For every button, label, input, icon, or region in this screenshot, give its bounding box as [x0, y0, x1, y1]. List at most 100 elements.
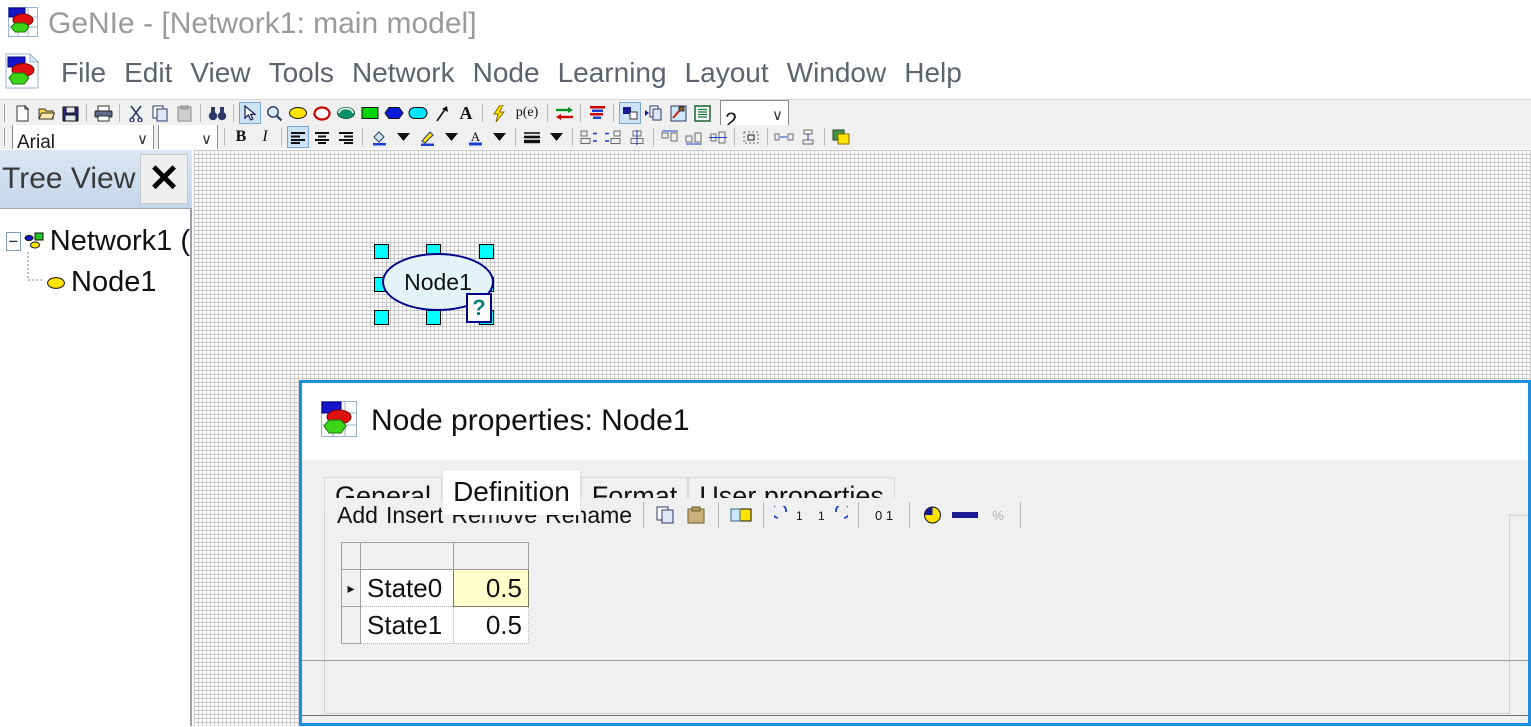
font-color-icon[interactable]: A — [464, 126, 486, 148]
percent-view-icon[interactable]: % — [986, 503, 1010, 527]
open-folder-icon[interactable] — [35, 102, 57, 124]
state-name-cell[interactable]: State1 — [360, 606, 454, 644]
list-view-icon[interactable] — [691, 102, 713, 124]
save-icon[interactable] — [59, 102, 81, 124]
probability-cell[interactable]: 0.5 — [453, 569, 529, 607]
highlight-cell-icon[interactable] — [729, 503, 753, 527]
menu-item-edit[interactable]: Edit — [115, 57, 181, 89]
transpose-columns-icon[interactable]: 1 — [814, 503, 849, 527]
mau-node-tool-icon[interactable] — [407, 102, 429, 124]
annotation-icon[interactable] — [667, 102, 689, 124]
menu-item-network[interactable]: Network — [343, 57, 464, 89]
insert-state-button[interactable]: Insert — [386, 502, 444, 529]
menu-item-learning[interactable]: Learning — [549, 57, 676, 89]
deterministic-node-tool-icon[interactable] — [311, 102, 333, 124]
decision-node-tool-icon[interactable] — [359, 102, 381, 124]
align-top-edges-icon[interactable] — [659, 126, 681, 148]
align-right-icon[interactable] — [335, 126, 357, 148]
print-icon[interactable] — [92, 102, 114, 124]
tree-expander-icon[interactable]: − — [6, 232, 21, 251]
normalize-icon[interactable]: 0 1 — [869, 503, 899, 527]
italic-button[interactable]: I — [254, 126, 276, 148]
table-column-header-value[interactable] — [453, 542, 529, 570]
fill-color-dropdown-icon[interactable] — [392, 126, 414, 148]
line-color-dropdown-icon[interactable] — [440, 126, 462, 148]
make-same-size-icon[interactable] — [740, 126, 762, 148]
menu-item-tools[interactable]: Tools — [260, 57, 343, 89]
chevron-down-icon[interactable]: ∨ — [137, 130, 148, 148]
row-selector-indicator[interactable] — [341, 606, 361, 644]
resize-handle-top-left[interactable] — [374, 244, 389, 259]
font-family-combo[interactable]: Arial ∨ — [12, 125, 154, 149]
zoom-tool-icon[interactable] — [263, 102, 285, 124]
add-state-button[interactable]: Add — [337, 502, 378, 529]
toolbar-grip[interactable] — [3, 104, 7, 122]
space-vertically-icon[interactable] — [797, 126, 819, 148]
state-name-cell[interactable]: State0 — [360, 569, 454, 607]
tree-item-node1[interactable]: Node1 — [46, 266, 156, 299]
toolbar-separator — [767, 128, 768, 146]
resize-handle-top-right[interactable] — [479, 244, 494, 259]
line-color-icon[interactable] — [416, 126, 438, 148]
bar-view-icon[interactable] — [950, 503, 980, 527]
toolbar-separator — [119, 104, 120, 122]
paste-icon[interactable] — [173, 102, 195, 124]
node-properties-icon[interactable] — [619, 102, 641, 124]
paste-table-icon[interactable] — [684, 503, 708, 527]
table-row[interactable]: ▸ State0 0.5 — [341, 569, 529, 607]
update-lightning-icon[interactable] — [488, 102, 510, 124]
probability-evidence-icon[interactable]: p(e) — [512, 102, 542, 124]
menu-item-help[interactable]: Help — [895, 57, 971, 89]
equation-node-tool-icon[interactable] — [335, 102, 357, 124]
align-right-edges-icon[interactable] — [602, 126, 624, 148]
menu-item-layout[interactable]: Layout — [676, 57, 778, 89]
align-left-icon[interactable] — [287, 126, 309, 148]
zoom-level-combo[interactable]: 2 ∨ — [720, 100, 789, 126]
resize-handle-bottom-left[interactable] — [374, 310, 389, 325]
copy-table-icon[interactable] — [654, 503, 678, 527]
text-tool-icon[interactable]: A — [455, 102, 477, 124]
utility-node-tool-icon[interactable] — [383, 102, 405, 124]
canvas-node-node1[interactable]: Node1 ? — [374, 238, 504, 326]
toolbar-grip[interactable] — [3, 128, 7, 146]
align-left-edges-icon[interactable] — [578, 126, 600, 148]
cut-icon[interactable] — [125, 102, 147, 124]
fill-color-icon[interactable] — [368, 126, 390, 148]
align-bottom-edges-icon[interactable] — [683, 126, 705, 148]
align-center-icon[interactable] — [311, 126, 333, 148]
menu-item-window[interactable]: Window — [778, 57, 896, 89]
chevron-down-icon[interactable]: ∨ — [201, 130, 212, 148]
chance-node-tool-icon[interactable] — [287, 102, 309, 124]
bold-button[interactable]: B — [230, 126, 252, 148]
align-vertical-center-icon[interactable] — [626, 126, 648, 148]
copy-icon[interactable] — [149, 102, 171, 124]
space-horizontally-icon[interactable] — [773, 126, 795, 148]
line-width-dropdown-icon[interactable] — [545, 126, 567, 148]
menu-item-view[interactable]: View — [181, 57, 259, 89]
copy-tree-icon[interactable] — [643, 102, 665, 124]
table-column-header-state[interactable] — [360, 542, 454, 570]
font-size-combo[interactable]: ∨ — [158, 125, 218, 149]
sync-arrows-icon[interactable] — [553, 102, 575, 124]
menu-item-node[interactable]: Node — [464, 57, 549, 89]
line-width-icon[interactable] — [521, 126, 543, 148]
find-binoculars-icon[interactable] — [206, 102, 228, 124]
transpose-rows-icon[interactable]: 1 — [774, 503, 808, 527]
align-horizontal-center-icon[interactable] — [707, 126, 729, 148]
close-icon[interactable]: ✕ — [140, 154, 188, 204]
arc-tool-icon[interactable] — [431, 102, 453, 124]
new-file-icon[interactable] — [11, 102, 33, 124]
probability-cell[interactable]: 0.5 — [453, 606, 529, 644]
resize-handle-bottom-center[interactable] — [426, 310, 441, 325]
font-color-dropdown-icon[interactable] — [488, 126, 510, 148]
bring-to-front-icon[interactable] — [830, 126, 852, 148]
bar-chart-icon[interactable] — [586, 102, 608, 124]
select-arrow-tool-icon[interactable] — [239, 102, 261, 124]
row-selector-indicator[interactable]: ▸ — [341, 569, 361, 607]
menu-item-file[interactable]: File — [52, 57, 115, 89]
chevron-down-icon[interactable]: ∨ — [772, 106, 783, 124]
table-row[interactable]: State1 0.5 — [341, 606, 529, 644]
definition-probability-table[interactable]: ▸ State0 0.5 State1 0.5 — [341, 542, 529, 644]
pie-view-icon[interactable] — [920, 503, 944, 527]
tab-definition[interactable]: Definition — [442, 469, 581, 515]
